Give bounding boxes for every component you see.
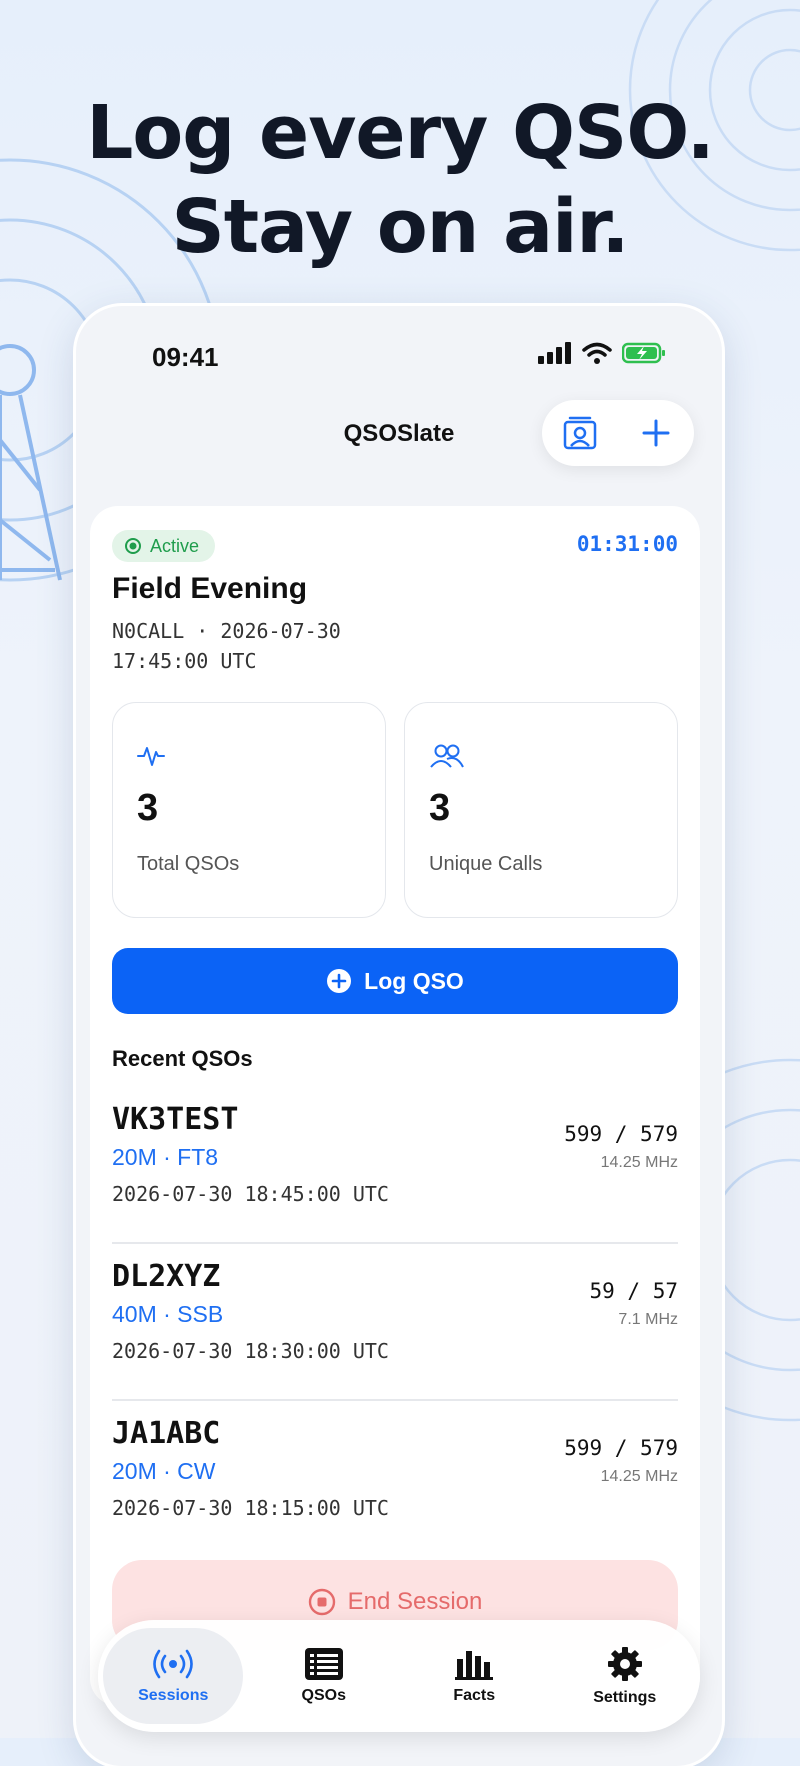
qso-callsign: JA1ABC [112, 1416, 221, 1451]
wifi-icon [582, 342, 612, 364]
stat-value: 3 [137, 787, 159, 829]
contact-card-icon [563, 416, 597, 450]
activity-pulse-icon [137, 747, 165, 766]
stat-value: 3 [429, 787, 451, 829]
stat-label: Total QSOs [137, 853, 240, 875]
log-qso-button[interactable]: Log QSO [112, 948, 678, 1014]
status-badge-label: Active [150, 535, 200, 556]
battery-charging-icon [622, 342, 665, 364]
status-badge: Active [112, 530, 216, 562]
qso-band-mode: 40M · SSB [112, 1301, 224, 1327]
session-meta-line-1: N0CALL · 2026-07-30 [112, 619, 341, 643]
broadcast-icon [153, 1649, 194, 1679]
users-icon [430, 744, 464, 768]
tab-sessions[interactable]: Sessions [103, 1628, 244, 1724]
phone-frame: 09:41 QSOSlate Active 01:31:00 Field Eve… [76, 306, 722, 1766]
gear-icon [607, 1647, 642, 1681]
end-session-label: End Session [347, 1588, 483, 1615]
headline-line-2: Stay on air. [171, 184, 630, 270]
qso-timestamp: 2026-07-30 18:15:00 UTC [112, 1496, 389, 1520]
tab-facts[interactable]: Facts [404, 1628, 544, 1724]
stat-card-unique-calls: 3 Unique Calls [404, 702, 678, 918]
qso-callsign: DL2XYZ [112, 1259, 221, 1294]
session-meta-line-2: 17:45:00 UTC [112, 649, 257, 673]
qso-band-mode: 20M · FT8 [112, 1144, 219, 1170]
tab-label: QSOs [301, 1687, 346, 1704]
qso-band-mode: 20M · CW [112, 1458, 216, 1484]
bar-chart-icon [455, 1651, 494, 1680]
qso-row[interactable]: JA1ABC 20M · CW 2026-07-30 18:15:00 UTC … [112, 1416, 678, 1572]
session-card: Active 01:31:00 Field Evening N0CALL · 2… [90, 506, 700, 1706]
plus-icon [642, 419, 670, 447]
session-meta: N0CALL · 2026-07-30 17:45:00 UTC [112, 616, 341, 676]
log-qso-label: Log QSO [364, 967, 464, 994]
qso-frequency: 7.1 MHz [618, 1311, 678, 1328]
qso-timestamp: 2026-07-30 18:30:00 UTC [112, 1339, 389, 1363]
recent-qsos-title: Recent QSOs [112, 1046, 253, 1071]
nav-actions [542, 400, 694, 466]
session-timer: 01:31:00 [576, 532, 678, 556]
signal-icon [538, 342, 571, 364]
tab-label: Facts [453, 1687, 496, 1704]
tab-settings[interactable]: Settings [555, 1628, 695, 1724]
stat-card-total-qsos: 3 Total QSOs [112, 702, 386, 918]
contacts-button[interactable] [555, 408, 605, 458]
qso-callsign: VK3TEST [112, 1102, 239, 1137]
tab-label: Settings [593, 1689, 657, 1706]
active-dot-icon [125, 538, 141, 554]
list-icon [304, 1648, 343, 1680]
headline-line-1: Log every QSO. [86, 90, 714, 176]
status-icons [538, 342, 666, 364]
qso-rst: 599 / 579 [564, 1436, 678, 1460]
qso-row[interactable]: VK3TEST 20M · FT8 2026-07-30 18:45:00 UT… [112, 1102, 678, 1258]
stop-circle-icon [308, 1588, 335, 1616]
qso-row[interactable]: DL2XYZ 40M · SSB 2026-07-30 18:30:00 UTC… [112, 1259, 678, 1415]
qso-frequency: 14.25 MHz [600, 1468, 678, 1485]
divider [112, 1242, 678, 1244]
headline: Log every QSO. Stay on air. [0, 86, 800, 274]
qso-timestamp: 2026-07-30 18:45:00 UTC [112, 1182, 389, 1206]
status-time: 09:41 [152, 342, 219, 372]
qso-rst: 599 / 579 [564, 1122, 678, 1146]
tab-bar: Sessions QSOs Facts Settings [98, 1620, 700, 1732]
add-session-button[interactable] [631, 408, 681, 458]
divider [112, 1399, 678, 1401]
qso-frequency: 14.25 MHz [600, 1154, 678, 1171]
status-bar: 09:41 [76, 342, 722, 378]
tab-label: Sessions [138, 1687, 209, 1704]
plus-circle-icon [327, 969, 352, 993]
stat-label: Unique Calls [429, 853, 543, 875]
qso-rst: 59 / 57 [589, 1279, 678, 1303]
tab-qsos[interactable]: QSOs [254, 1628, 394, 1724]
session-title: Field Evening [112, 572, 308, 605]
